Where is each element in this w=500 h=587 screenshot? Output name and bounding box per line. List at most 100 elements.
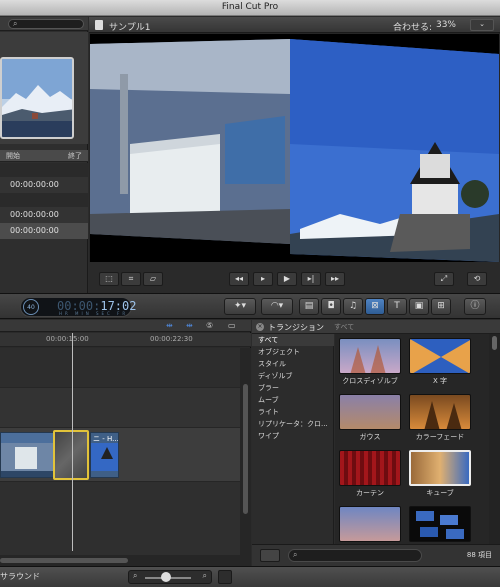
sidebar-toggle-button[interactable] [260,549,280,562]
transition-thumbnail-gaussian[interactable] [339,394,401,430]
timeline-header: ⇹ ⇹ ⑤ ▭ [0,320,251,332]
effects-browser-button[interactable]: ▤ [299,298,319,315]
transitions-footer: ⌕ 88 項目 [252,544,500,566]
audio-skimming-icon[interactable]: ⇹ [186,321,193,330]
track-lane [0,388,240,428]
photos-browser-button[interactable]: ◘ [321,298,341,315]
transition-thumbnail-x[interactable] [409,338,471,374]
music-browser-button[interactable]: ♫ [343,298,363,315]
timeline-zoom-slider[interactable]: ⌕ ⌕ [128,570,212,584]
retime-menu-button[interactable]: ◠▾ [261,298,293,315]
transition-clip[interactable] [53,430,89,480]
skip-forward-button[interactable]: ▸▸ [325,272,345,286]
close-icon[interactable]: × [256,323,264,331]
fit-label: 合わせる: [392,23,432,33]
zoom-knob[interactable] [161,572,171,582]
transitions-header: × トランジション すべて [252,320,500,334]
timeline-vertical-scrollbar[interactable] [240,348,251,556]
playhead[interactable] [72,333,73,551]
window-title-bar: Final Cut Pro [0,0,500,16]
play-button[interactable]: ▶ [277,272,297,286]
category-item[interactable]: ディゾルブ [252,370,334,382]
zoom-in-icon[interactable]: ⌕ [203,571,207,581]
viewer-controls: ⬚ ⌗ ▱ ◂◂ ▸ ▶ ▸| ▸▸ ⤢ ⟲ [89,262,500,293]
category-item[interactable]: スタイル [252,358,334,370]
fullscreen-button[interactable]: ⤢ [434,272,454,286]
zoom-out-icon[interactable]: ⌕ [133,571,137,581]
timeline-ruler[interactable]: 00:00:15:00 00:00:22:30 [0,333,251,347]
category-item[interactable]: ブラー [252,382,334,394]
timeline-settings-icon[interactable]: ▭ [228,321,236,330]
browser-row[interactable]: 00:00:00:00 [0,207,88,223]
transitions-browser: × トランジション すべて すべて オブジェクト スタイル ディゾルブ ブラー … [252,320,500,566]
go-to-end-button[interactable]: ▸| [301,272,321,286]
viewer: サンプル1 合わせる: 33% ⌄ ⬚ ⌗ ▱ ◂◂ ▸ ▶ ▸| ▸▸ ⤢ ⟲ [89,17,500,293]
category-item[interactable]: ライト [252,406,334,418]
transitions-search-input[interactable]: ⌕ [288,549,422,562]
search-icon: ⌕ [293,550,298,559]
tools-menu-button[interactable]: ✦▾ [224,298,256,315]
transform-button[interactable]: ⬚ [99,272,119,286]
timeline-horizontal-scrollbar[interactable] [0,555,251,566]
transition-label: カーテン [356,489,384,497]
titles-browser-button[interactable]: T [387,298,407,315]
viewer-header: サンプル1 合わせる: 33% ⌄ [89,17,500,33]
browser-thumbnail-area [0,32,88,144]
timeline-tracks[interactable]: ニ - H... [0,348,240,556]
project-icon [95,20,103,30]
next-frame-button[interactable]: ▸ [253,272,273,286]
timeline: ⇹ ⇹ ⑤ ▭ 00:00:15:00 00:00:22:30 ニ - H... [0,320,251,566]
timecode-display[interactable]: 40 00:00:17:02 HR MIN SEC FR [20,297,136,317]
transitions-scrollbar[interactable] [489,334,500,544]
previous-frame-button[interactable]: ◂◂ [229,272,249,286]
zoom-select[interactable]: 33% [436,20,456,30]
video-clip[interactable] [0,432,54,478]
video-clip[interactable]: ニ - H... [90,432,119,478]
transition-thumbnail-color-fade[interactable] [409,394,471,430]
video-canvas[interactable] [90,34,499,262]
transition-label: ガウス [359,433,381,441]
ruler-label: 00:00:22:30 [150,335,193,343]
transitions-subtitle: すべて [334,323,355,331]
transition-thumbnail[interactable] [339,506,401,542]
category-item[interactable]: すべて [252,334,334,346]
distort-button[interactable]: ▱ [143,272,163,286]
column-start[interactable]: 開始 [6,151,20,161]
timecode-units: HR MIN SEC FR [59,311,129,316]
clip-height-button[interactable] [218,570,232,584]
transition-label: X 字 [432,377,448,385]
category-item[interactable]: リプリケータ：クロ... [252,418,334,430]
generators-browser-button[interactable]: ▣ [409,298,429,315]
clip-thumbnail[interactable] [0,57,74,139]
clip-label: ニ - H... [93,435,119,443]
transition-thumbnail-curtain[interactable] [339,450,401,486]
surround-label: サラウンド [0,572,40,581]
scroll-thumb[interactable] [492,336,497,350]
browser-search-input[interactable]: ⌕ [8,19,84,29]
scroll-thumb[interactable] [243,384,248,514]
scroll-thumb[interactable] [0,558,128,563]
browser-row-selected[interactable]: 00:00:00:00 [0,223,88,239]
transition-thumbnail-cross-dissolve[interactable] [339,338,401,374]
transition-thumbnail[interactable] [409,506,471,542]
inspector-button[interactable]: ⓘ [464,298,486,315]
snapping-icon[interactable]: ⑤ [206,321,213,330]
transition-thumbnail-cube[interactable] [409,450,471,486]
browser-row[interactable]: 00:00:00:00 [0,177,88,193]
crop-button[interactable]: ⌗ [121,272,141,286]
category-item[interactable]: ムーブ [252,394,334,406]
bottom-bar: サラウンド ⌕ ⌕ [0,566,500,587]
column-end[interactable]: 終了 [68,151,82,161]
browser-row-empty [0,193,88,207]
category-item[interactable]: オブジェクト [252,346,334,358]
transitions-grid: クロスディゾルブ X 字 ガウス カラーフェード カーテン キューブ [335,334,489,544]
themes-browser-button[interactable]: ⊞ [431,298,451,315]
viewer-options-button[interactable]: ⌄ [470,19,494,31]
loop-button[interactable]: ⟲ [467,272,487,286]
category-item[interactable]: ワイプ [252,430,334,442]
viewer-title: サンプル1 [109,23,151,33]
clip-appearance-icon[interactable]: ⇹ [166,321,173,330]
item-count: 88 項目 [466,551,492,559]
event-browser: ⌕ 開始 終了 00:00:00:00 00:00:00:00 00:00:00… [0,17,88,293]
transitions-browser-button[interactable]: ⊠ [365,298,385,315]
